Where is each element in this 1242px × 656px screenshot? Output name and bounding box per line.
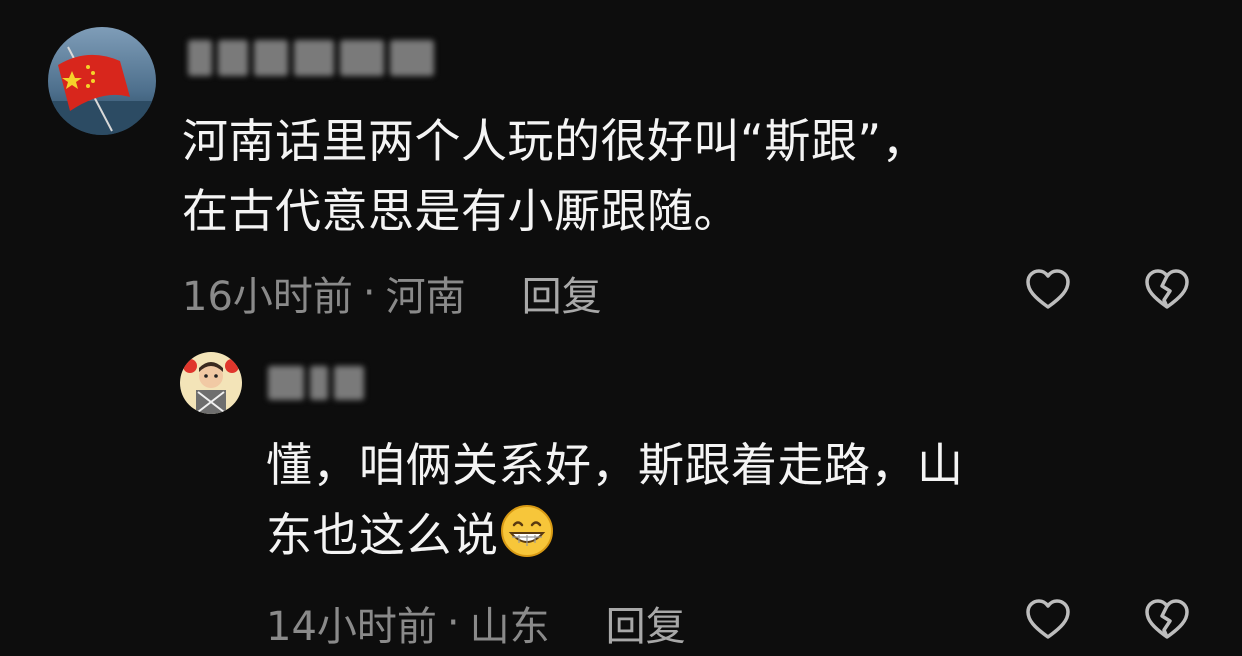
- dislike-button[interactable]: [1143, 266, 1191, 314]
- comment-text: 河南话里两个人玩的很好叫“斯跟”， 在古代意思是有小厮跟随。: [182, 106, 928, 246]
- broken-heart-icon: [1145, 269, 1189, 309]
- comment-text-line: 河南话里两个人玩的很好叫“斯跟”，: [182, 114, 929, 168]
- comment-meta: 14小时前 · 山东 回复: [266, 594, 686, 652]
- commenter-name-blurred[interactable]: [188, 40, 434, 76]
- comment-location: 山东: [469, 604, 550, 650]
- commenter-avatar[interactable]: [48, 27, 156, 135]
- comment-text-line: 东也这么说: [266, 500, 964, 570]
- like-button[interactable]: [1024, 596, 1072, 644]
- like-button[interactable]: [1024, 266, 1072, 314]
- comment-time: 14小时前: [266, 604, 437, 650]
- comment-2-reply: 懂，咱俩关系好，斯跟着走路，山 东也这么说 14小时前 · 山东 回复: [0, 330, 1242, 656]
- comment-text-line: 在古代意思是有小厮跟随。: [182, 184, 740, 238]
- comment-text-segment: 东也这么说: [266, 508, 499, 562]
- comment-1: 河南话里两个人玩的很好叫“斯跟”， 在古代意思是有小厮跟随。 16小时前 · 河…: [0, 0, 1242, 330]
- heart-outline-icon: [1026, 269, 1070, 309]
- comment-location: 河南: [385, 274, 466, 320]
- reply-button[interactable]: 回复: [606, 594, 686, 652]
- comment-time: 16小时前: [182, 274, 353, 320]
- broken-heart-icon: [1145, 599, 1189, 639]
- reply-button[interactable]: 回复: [522, 264, 602, 322]
- china-flag-avatar-icon: [48, 27, 156, 135]
- commenter-name-blurred[interactable]: [268, 366, 364, 400]
- grinning-face-emoji-icon: [500, 505, 553, 557]
- commenter-avatar[interactable]: [180, 352, 242, 414]
- dislike-button[interactable]: [1143, 596, 1191, 644]
- comment-meta: 16小时前 · 河南 回复: [182, 264, 602, 322]
- child-photo-avatar-icon: [180, 352, 242, 414]
- meta-separator: ·: [446, 600, 460, 646]
- comment-text: 懂，咱俩关系好，斯跟着走路，山 东也这么说: [266, 430, 964, 570]
- heart-outline-icon: [1026, 599, 1070, 639]
- comment-text-line: 懂，咱俩关系好，斯跟着走路，山: [266, 438, 964, 492]
- meta-separator: ·: [362, 270, 376, 316]
